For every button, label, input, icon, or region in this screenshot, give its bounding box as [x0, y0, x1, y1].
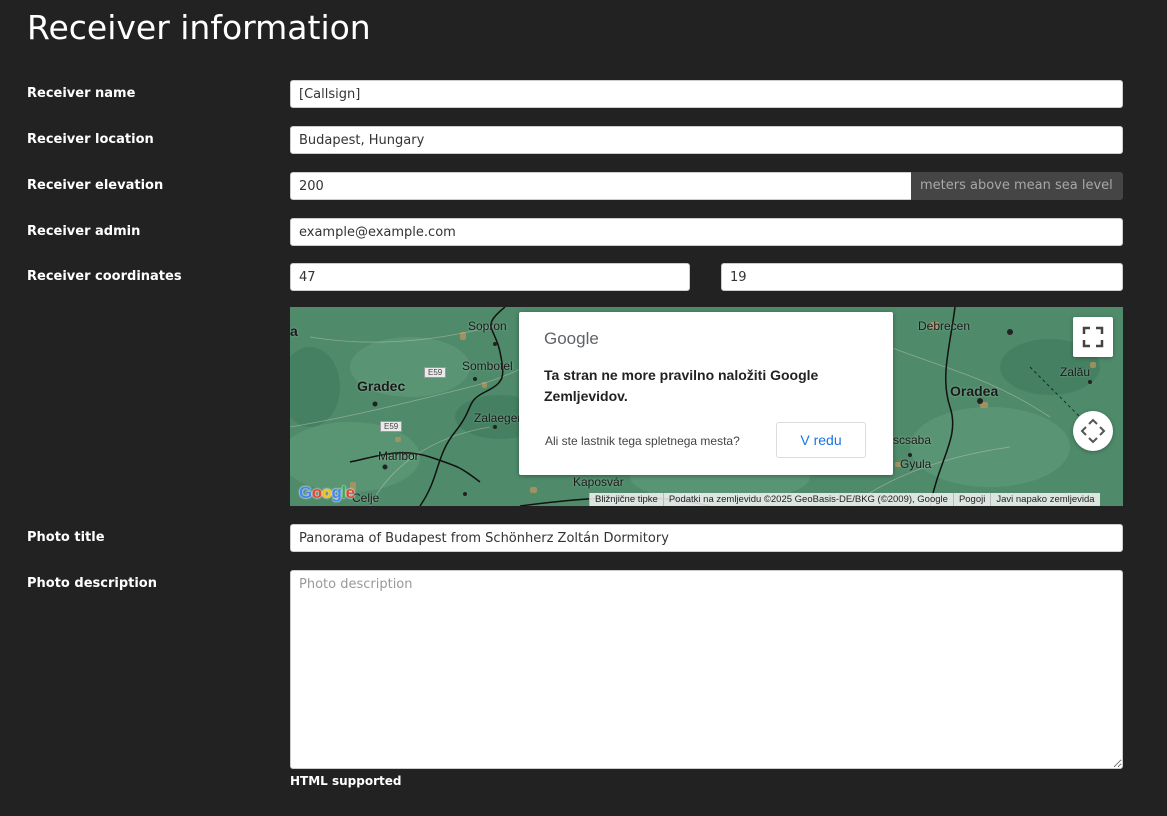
- dialog-owner-question: Ali ste lastnik tega spletnega mesta?: [545, 434, 740, 448]
- pan-control-button[interactable]: [1073, 411, 1113, 451]
- map-label-gradec: Gradec: [357, 378, 406, 394]
- fullscreen-icon: [1082, 326, 1104, 348]
- map-label-sopron: Sopron: [468, 319, 507, 333]
- map-label-kaposvar: Kaposvár: [573, 475, 624, 489]
- longitude-input[interactable]: 19: [721, 263, 1123, 291]
- receiver-coordinates-label: Receiver coordinates: [27, 269, 182, 284]
- receiver-name-label: Receiver name: [27, 86, 136, 101]
- receiver-elevation-input[interactable]: 200: [290, 172, 912, 200]
- photo-title-input[interactable]: Panorama of Budapest from Schönherz Zolt…: [290, 524, 1123, 552]
- keyboard-shortcuts-link[interactable]: Bližnjične tipke: [589, 493, 663, 506]
- photo-description-label: Photo description: [27, 576, 157, 591]
- receiver-admin-label: Receiver admin: [27, 224, 141, 239]
- road-shield: E59: [380, 421, 403, 432]
- map-label-zalaeger: Zalaeger: [474, 411, 522, 425]
- map-label-a: a: [290, 323, 298, 339]
- map-error-dialog: Google Ta stran ne more pravilno naložit…: [519, 312, 893, 475]
- map-label-zalau: Zalău: [1060, 365, 1091, 379]
- map-attribution: Bližnjične tipke Podatki na zemljevidu ©…: [589, 493, 1100, 506]
- report-error-link[interactable]: Javi napako zemljevida: [990, 493, 1100, 506]
- photo-description-textarea[interactable]: [290, 570, 1123, 769]
- map-label-oradea: Oradea: [950, 383, 999, 399]
- photo-title-label: Photo title: [27, 530, 105, 545]
- pan-control-icon: [1080, 418, 1106, 444]
- receiver-elevation-label: Receiver elevation: [27, 178, 164, 193]
- dialog-ok-button[interactable]: V redu: [776, 422, 866, 458]
- map-label-sombotel: Sombotel: [462, 359, 513, 373]
- receiver-admin-input[interactable]: example@example.com: [290, 218, 1123, 246]
- receiver-location-input[interactable]: Budapest, Hungary: [290, 126, 1123, 154]
- receiver-name-input[interactable]: [Callsign]: [290, 80, 1123, 108]
- google-logo[interactable]: Google: [299, 483, 355, 503]
- terms-link[interactable]: Pogoji: [952, 493, 991, 506]
- latitude-input[interactable]: 47: [290, 263, 690, 291]
- html-supported-hint: HTML supported: [290, 774, 402, 788]
- road-shield: E59: [424, 367, 447, 378]
- elevation-unit-addon: meters above mean sea level: [911, 172, 1123, 200]
- map-data-attribution: Podatki na zemljevidu ©2025 GeoBasis-DE/…: [662, 493, 953, 506]
- map-label-debrecen: Debrecen: [918, 319, 971, 333]
- dialog-message: Ta stran ne more pravilno naložiti Googl…: [544, 367, 819, 404]
- map-label-gyula: Gyula: [900, 457, 932, 471]
- fullscreen-button[interactable]: [1073, 317, 1113, 357]
- receiver-location-label: Receiver location: [27, 132, 154, 147]
- map-label-maribor: Maribor: [378, 449, 419, 463]
- dialog-google-logo: Google: [544, 329, 599, 348]
- location-map[interactable]: a Sopron Gradec Sombotel Zalaeger Maribo…: [290, 307, 1123, 506]
- map-label-scsaba: scsaba: [893, 433, 932, 447]
- map-label-celje: Celje: [352, 491, 380, 505]
- page-title: Receiver information: [27, 8, 371, 47]
